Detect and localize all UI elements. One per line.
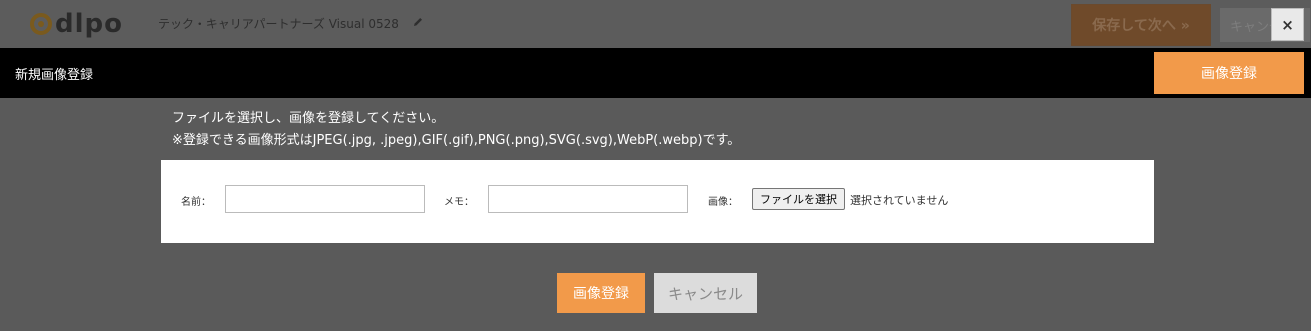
image-form-panel: 名前： メモ： 画像： ファイルを選択 選択されていません: [161, 160, 1154, 243]
format-note: ※登録できる画像形式はJPEG(.jpg, .jpeg),GIF(.gif),P…: [172, 133, 741, 148]
choose-file-button[interactable]: ファイルを選択: [752, 188, 845, 210]
memo-input[interactable]: [488, 185, 688, 213]
save-and-next-button[interactable]: 保存して次へ »: [1071, 4, 1211, 46]
name-input[interactable]: [225, 185, 425, 213]
app-header: dlpo テック・キャリアパートナーズ Visual 0528 保存して次へ »…: [0, 0, 1311, 48]
cancel-button[interactable]: キャンセル: [654, 273, 757, 313]
close-icon[interactable]: ×: [1271, 8, 1304, 41]
instructions: ファイルを選択し、画像を登録してください。 ※登録できる画像形式はJPEG(.j…: [172, 108, 740, 152]
name-label: 名前：: [181, 197, 211, 208]
logo-text: dlpo: [55, 9, 123, 39]
image-label: 画像：: [708, 197, 738, 208]
memo-label: メモ：: [444, 197, 474, 208]
logo-ring-icon: [30, 13, 52, 35]
instruction-line: ファイルを選択し、画像を登録してください。: [172, 111, 445, 126]
modal-title: 新規画像登録: [15, 68, 94, 83]
file-status: 選択されていません: [850, 194, 949, 207]
modal-title-bar: 新規画像登録 画像登録: [0, 48, 1311, 98]
project-title: テック・キャリアパートナーズ Visual 0528: [158, 17, 399, 31]
register-image-button[interactable]: 画像登録: [557, 273, 645, 313]
register-image-button-top[interactable]: 画像登録: [1154, 52, 1304, 94]
pencil-icon[interactable]: [412, 16, 424, 28]
dlpo-logo: dlpo: [30, 9, 123, 39]
